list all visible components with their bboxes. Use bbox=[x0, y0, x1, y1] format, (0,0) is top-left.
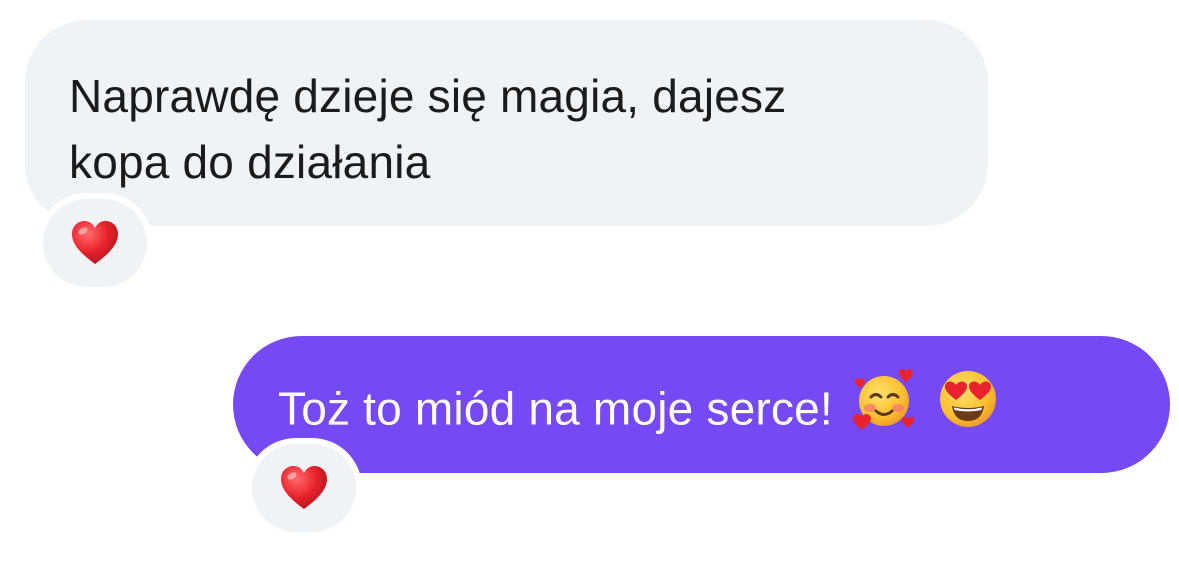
heart-emoji-icon bbox=[70, 220, 120, 266]
heart-emoji-icon bbox=[279, 465, 329, 511]
heart-reaction-badge[interactable] bbox=[252, 444, 356, 532]
incoming-message-bubble[interactable]: Naprawdę dzieje się magia, dajesz kopa d… bbox=[25, 20, 988, 226]
message-text-line: Naprawdę dzieje się magia, dajesz bbox=[69, 70, 787, 122]
heart-eyes-face-icon bbox=[937, 368, 999, 447]
message-text: Toż to miód na moje serce! bbox=[278, 382, 833, 435]
message-text-line: kopa do działania bbox=[69, 136, 431, 188]
smiling-face-with-hearts-icon bbox=[852, 366, 918, 449]
heart-reaction-badge[interactable] bbox=[43, 199, 147, 287]
message-thread: Naprawdę dzieje się magia, dajesz kopa d… bbox=[0, 0, 1179, 561]
outgoing-message-bubble[interactable]: Toż to miód na moje serce! bbox=[233, 336, 1170, 473]
